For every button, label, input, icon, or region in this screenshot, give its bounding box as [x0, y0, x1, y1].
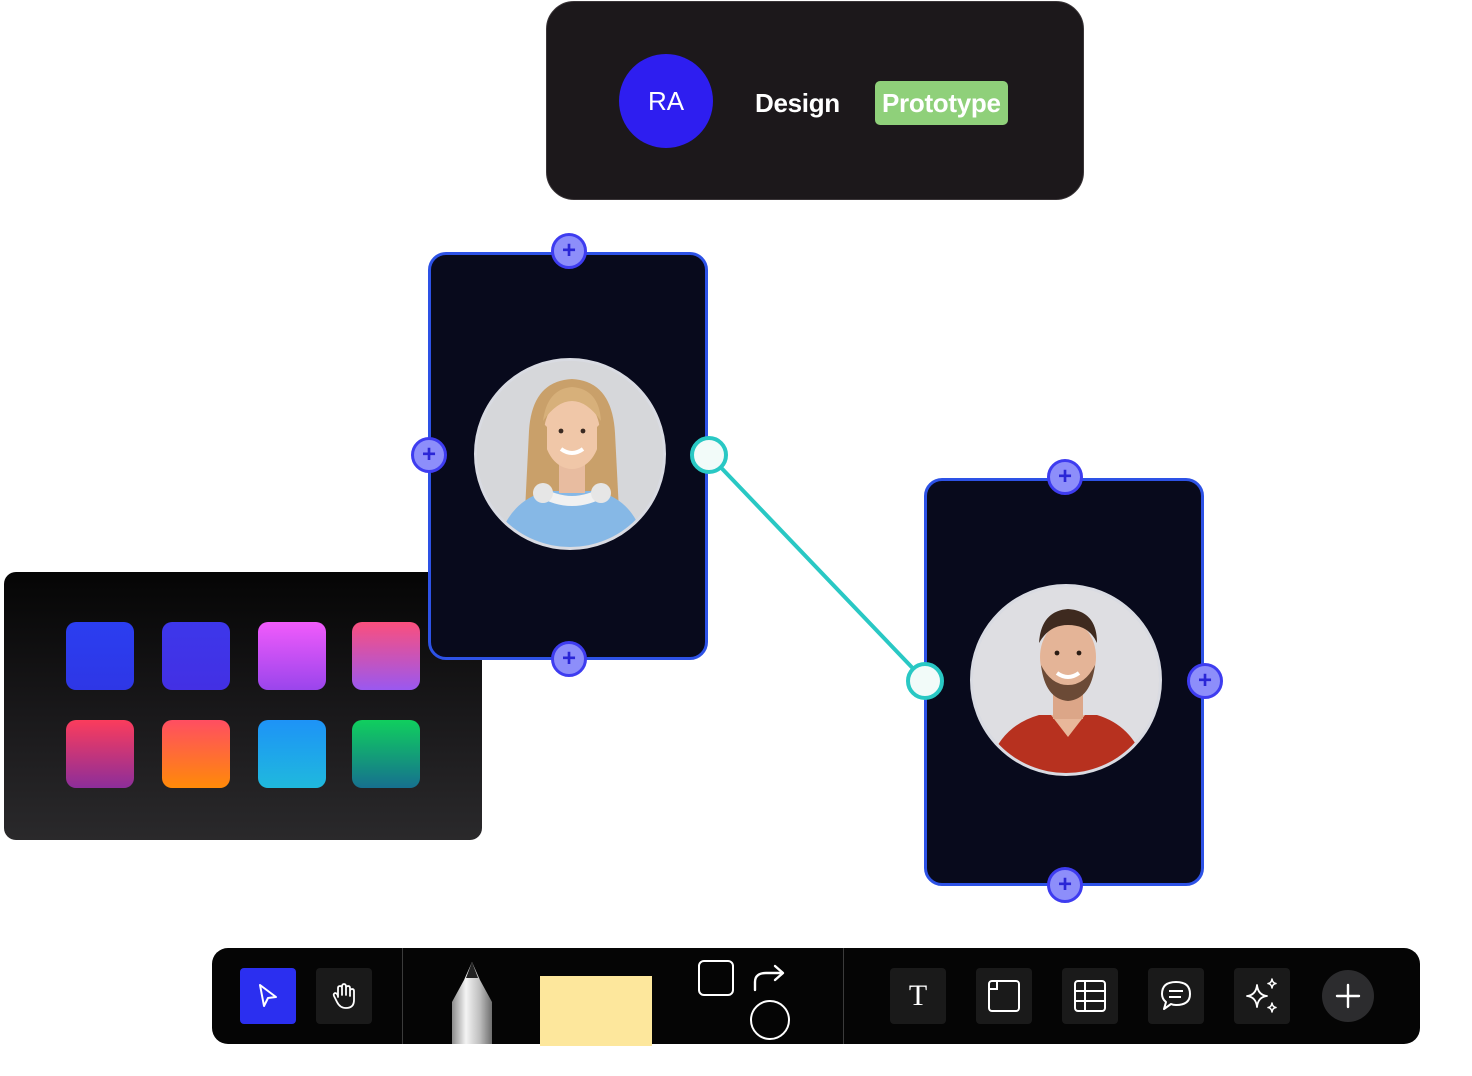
add-icon — [1335, 983, 1361, 1009]
pen-icon[interactable] — [450, 962, 494, 1044]
toolbar-divider-1 — [402, 948, 403, 1044]
table-icon — [1074, 980, 1106, 1012]
card-woman-add-handle-top[interactable]: + — [551, 233, 587, 269]
comment-tool-button[interactable] — [1148, 968, 1204, 1024]
arrow-icon[interactable] — [750, 962, 788, 994]
ai-tool-button[interactable] — [1234, 968, 1290, 1024]
color-swatch-red-plum[interactable] — [66, 720, 134, 788]
hand-tool-button[interactable] — [316, 968, 372, 1024]
add-button[interactable] — [1322, 970, 1374, 1022]
frame-tool-button[interactable] — [976, 968, 1032, 1024]
sparkle-icon — [1246, 978, 1277, 1013]
card-woman-connector-anchor[interactable] — [690, 436, 728, 474]
toolbar-divider-2 — [843, 948, 844, 1044]
color-swatch-panel — [4, 572, 482, 840]
color-swatch-magenta-violet[interactable] — [258, 622, 326, 690]
profile-card-woman[interactable] — [428, 252, 708, 660]
color-swatch-royal-blue[interactable] — [66, 622, 134, 690]
color-swatch-pink-purple[interactable] — [352, 622, 420, 690]
select-tool-button[interactable] — [240, 968, 296, 1024]
table-tool-button[interactable] — [1062, 968, 1118, 1024]
color-swatch-sky-blue[interactable] — [258, 720, 326, 788]
circle-icon[interactable] — [748, 998, 792, 1042]
profile-card-man[interactable] — [924, 478, 1204, 886]
color-swatch-indigo[interactable] — [162, 622, 230, 690]
hand-icon — [332, 983, 355, 1009]
frame-icon — [988, 980, 1020, 1012]
text-tool-button[interactable]: T — [890, 968, 946, 1024]
card-man-add-handle-top[interactable]: + — [1047, 459, 1083, 495]
bottom-toolbar: T — [212, 948, 1420, 1046]
profile-photo-man — [970, 584, 1162, 776]
text-icon: T — [908, 979, 928, 1012]
color-swatch-green-teal[interactable] — [352, 720, 420, 788]
sticky-note[interactable] — [540, 976, 652, 1046]
profile-photo-woman — [474, 358, 666, 550]
color-swatch-coral-orange[interactable] — [162, 720, 230, 788]
card-man-add-handle-bottom[interactable]: + — [1047, 867, 1083, 903]
user-avatar[interactable]: RA — [619, 54, 713, 148]
prototype-mode-pill[interactable]: Prototype — [875, 81, 1008, 125]
comment-icon — [1161, 981, 1191, 1010]
card-woman-add-handle-left[interactable]: + — [411, 437, 447, 473]
cursor-icon — [259, 984, 277, 1007]
square-icon[interactable] — [696, 958, 736, 998]
card-man-add-handle-right[interactable]: + — [1187, 663, 1223, 699]
design-mode-label[interactable]: Design — [755, 88, 840, 119]
collaboration-header: RA Design Prototype — [546, 1, 1084, 200]
card-man-connector-anchor[interactable] — [906, 662, 944, 700]
card-woman-add-handle-bottom[interactable]: + — [551, 641, 587, 677]
